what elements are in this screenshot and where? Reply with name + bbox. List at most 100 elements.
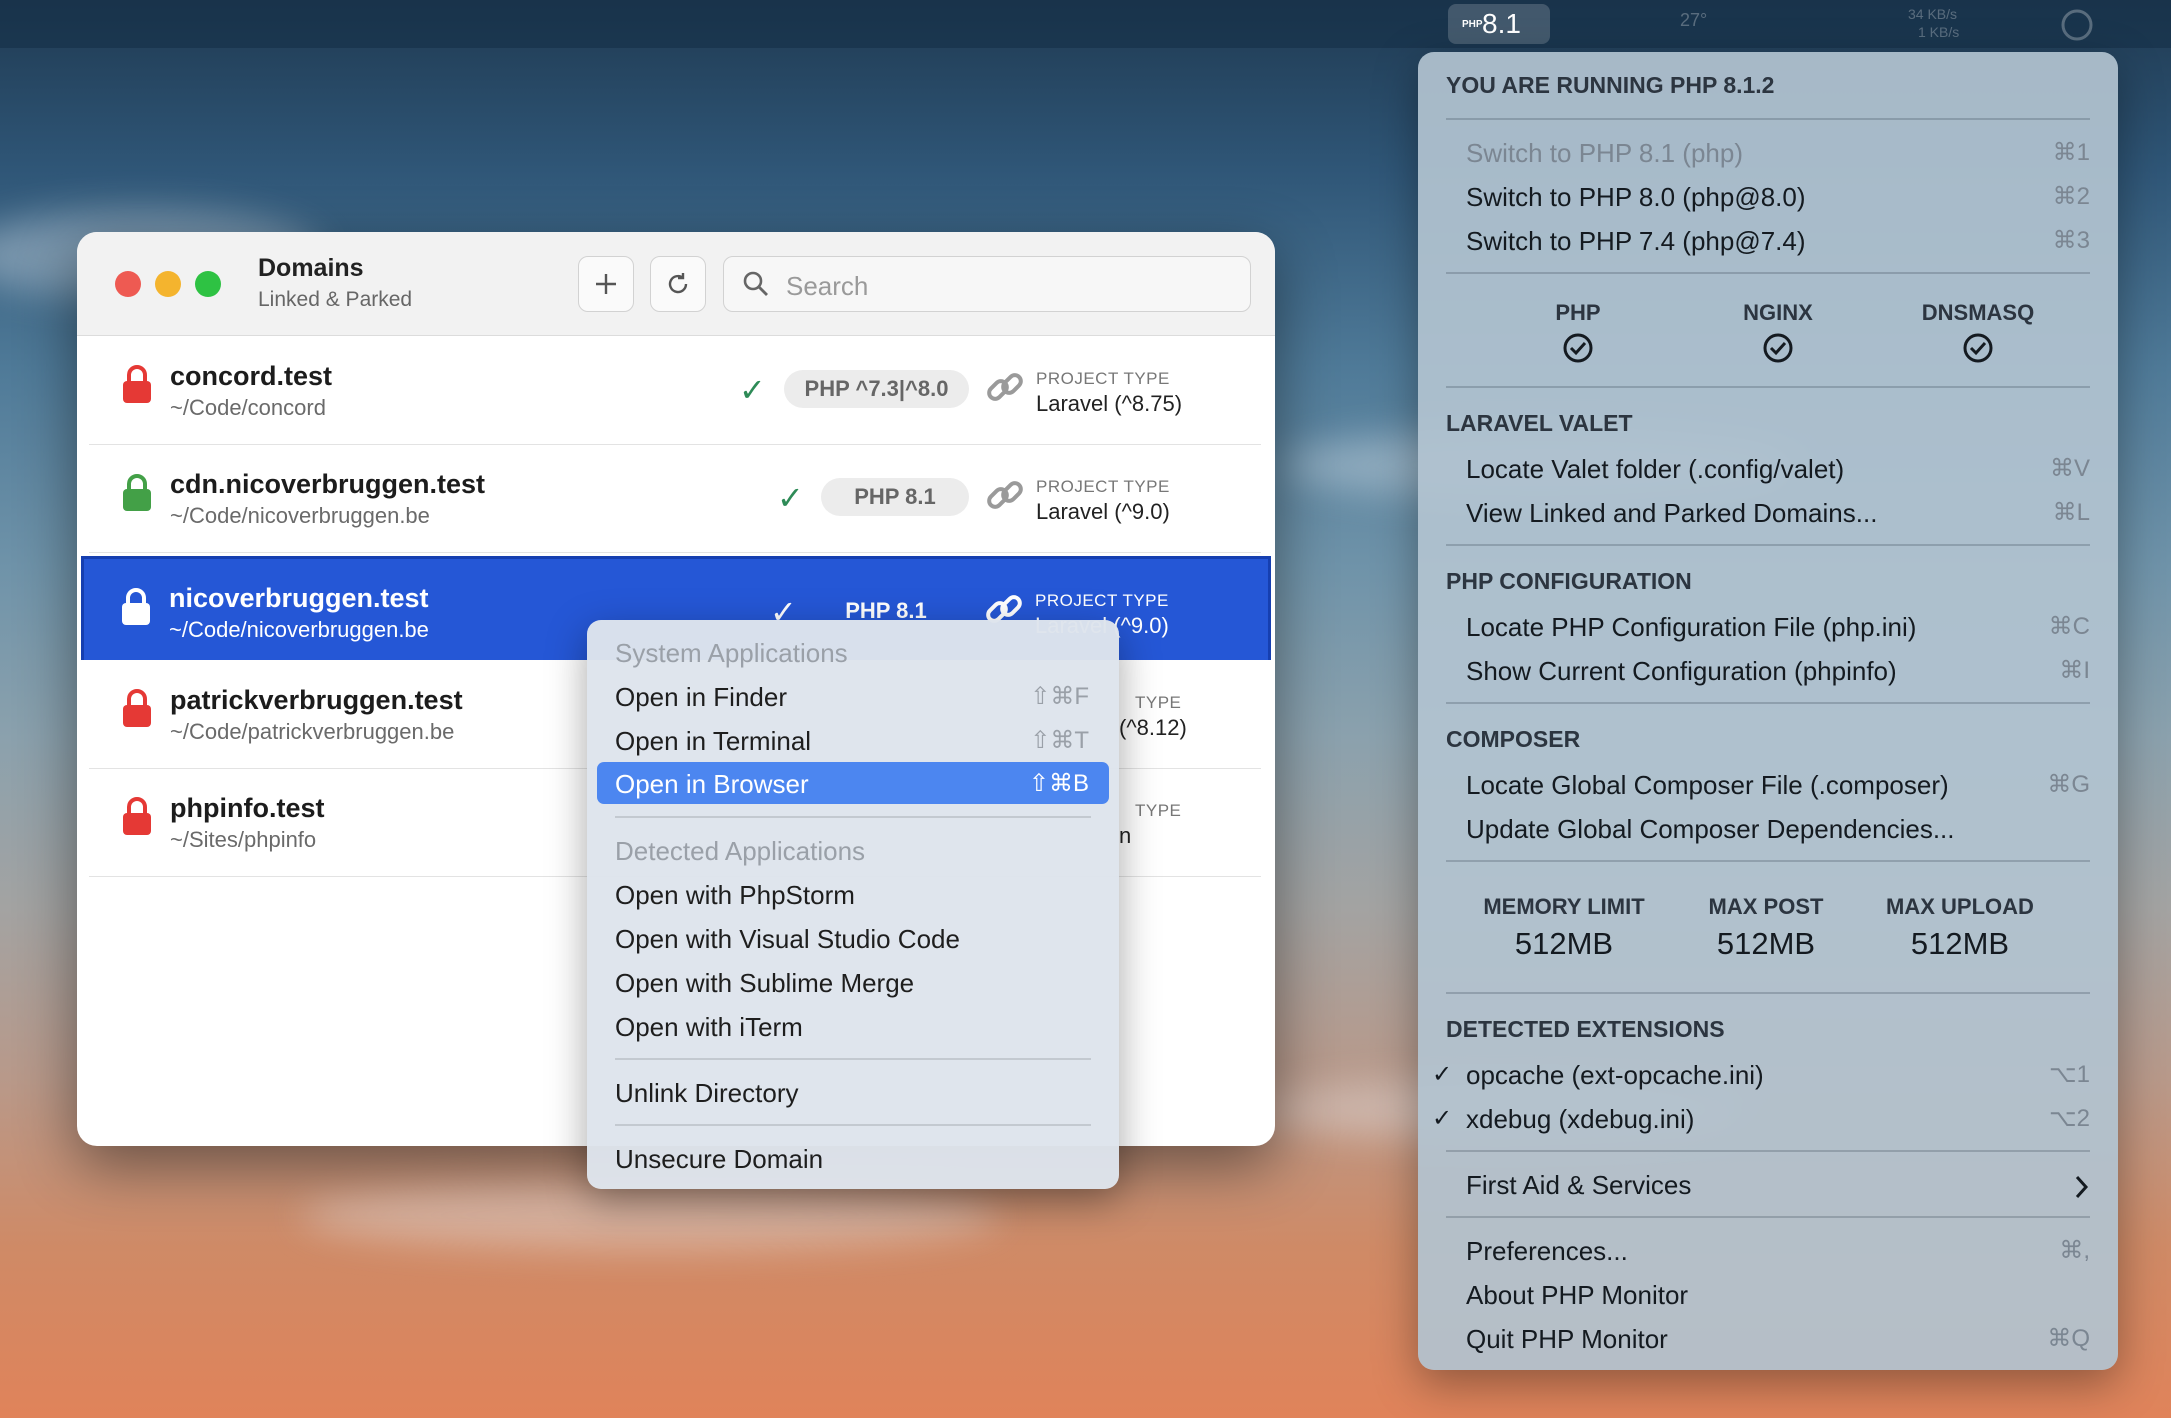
clock-icon[interactable] bbox=[2060, 8, 2094, 42]
minimize-button[interactable] bbox=[155, 271, 181, 297]
menu-item-open-with-vscode[interactable]: Open with Visual Studio Code bbox=[615, 924, 960, 955]
lock-open-icon bbox=[123, 365, 151, 403]
domain-row[interactable]: concord.test ~/Code/concord ✓ PHP ^7.3|^… bbox=[89, 337, 1261, 445]
check-circle-icon bbox=[1563, 333, 1593, 363]
temperature-status-item[interactable]: 27° bbox=[1680, 10, 1707, 38]
menu-item-open-with-iterm[interactable]: Open with iTerm bbox=[615, 1012, 803, 1043]
project-type-value: (^8.12) bbox=[1119, 715, 1187, 740]
shortcut-label: ⌘3 bbox=[2052, 227, 2090, 254]
reload-button[interactable] bbox=[650, 256, 706, 312]
menu-separator bbox=[1446, 544, 2090, 546]
shortcut-label: ⇧⌘B bbox=[1028, 770, 1089, 797]
php-version-badge: PHP ^7.3|^8.0 bbox=[784, 370, 969, 408]
domain-name: phpinfo.test bbox=[170, 793, 325, 823]
section-header-laravel-valet: LARAVEL VALET bbox=[1446, 410, 1633, 436]
running-version-header: YOU ARE RUNNING PHP 8.1.2 bbox=[1446, 72, 1775, 98]
menu-item-open-with-phpstorm[interactable]: Open with PhpStorm bbox=[615, 880, 855, 911]
menu-item-ext-xdebug[interactable]: xdebug (xdebug.ini) bbox=[1466, 1104, 1694, 1135]
lock-icon bbox=[123, 474, 151, 511]
window-title: Domains bbox=[258, 254, 364, 282]
shortcut-label: ⌘I bbox=[2059, 657, 2090, 684]
menu-item-update-composer[interactable]: Update Global Composer Dependencies... bbox=[1466, 814, 1955, 845]
domain-path: ~/Code/concord bbox=[170, 395, 326, 420]
menu-separator bbox=[1446, 118, 2090, 120]
lock-open-icon bbox=[123, 689, 151, 727]
shortcut-label: ⌘2 bbox=[2052, 183, 2090, 210]
menu-item-switch-php-81[interactable]: Switch to PHP 8.1 (php) bbox=[1466, 138, 1743, 169]
domain-path: ~/Code/patrickverbruggen.be bbox=[170, 719, 455, 744]
service-status-php: PHP bbox=[1508, 300, 1648, 364]
menu-item-ext-opcache[interactable]: opcache (ext-opcache.ini) bbox=[1466, 1060, 1764, 1091]
limit-value: 512MB bbox=[1514, 926, 1614, 961]
menu-item-unlink-directory[interactable]: Unlink Directory bbox=[615, 1078, 799, 1109]
menu-item-view-domains[interactable]: View Linked and Parked Domains... bbox=[1466, 498, 1877, 529]
background-cloud bbox=[300, 1180, 1000, 1250]
domain-row[interactable]: cdn.nicoverbruggen.test ~/Code/nicoverbr… bbox=[89, 445, 1261, 553]
menu-separator bbox=[1446, 992, 2090, 994]
menu-item-open-in-browser[interactable]: Open in Browser bbox=[615, 769, 809, 800]
menu-separator bbox=[615, 1058, 1091, 1060]
menu-item-show-phpinfo[interactable]: Show Current Configuration (phpinfo) bbox=[1466, 656, 1897, 687]
checkmark-icon: ✓ bbox=[777, 480, 804, 516]
menu-item-switch-php-80[interactable]: Switch to PHP 8.0 (php@8.0) bbox=[1466, 182, 1806, 213]
menu-section-header: System Applications bbox=[615, 638, 848, 668]
menu-item-about[interactable]: About PHP Monitor bbox=[1466, 1280, 1688, 1311]
menu-separator bbox=[615, 816, 1091, 818]
limit-value: 512MB bbox=[1910, 926, 2010, 961]
menu-separator bbox=[1446, 860, 2090, 862]
search-field[interactable]: Search bbox=[723, 256, 1251, 312]
limit-max-upload: MAX UPLOAD 512MB bbox=[1860, 894, 2060, 962]
menu-item-locate-valet-folder[interactable]: Locate Valet folder (.config/valet) bbox=[1466, 454, 1844, 485]
menu-item-unsecure-domain[interactable]: Unsecure Domain bbox=[615, 1144, 823, 1175]
domain-path: ~/Sites/phpinfo bbox=[170, 827, 317, 852]
limit-label: MEMORY LIMIT bbox=[1483, 894, 1645, 919]
shortcut-label: ⌥1 bbox=[2048, 1061, 2090, 1088]
menu-bar: PHP 8.1 27° 34 KB/s 1 KB/s bbox=[0, 0, 2171, 48]
window-subtitle: Linked & Parked bbox=[258, 288, 413, 311]
context-menu: System Applications Open in Finder ⇧⌘F O… bbox=[587, 620, 1119, 1189]
check-circle-icon bbox=[1763, 333, 1793, 363]
shortcut-label: ⌘G bbox=[2047, 771, 2090, 798]
link-icon bbox=[987, 481, 1023, 509]
search-icon bbox=[743, 271, 768, 296]
limit-value: 512MB bbox=[1716, 926, 1816, 961]
network-download-status-item[interactable]: 1 KB/s bbox=[1918, 24, 1959, 52]
php-monitor-status-item[interactable]: PHP 8.1 bbox=[1448, 4, 1550, 44]
limit-label: MAX POST bbox=[1708, 894, 1824, 919]
project-type-label: PROJECT TYPE bbox=[1036, 369, 1170, 388]
menu-item-open-with-sublime-merge[interactable]: Open with Sublime Merge bbox=[615, 968, 914, 999]
project-type-label: PROJECT TYPE bbox=[1035, 591, 1169, 610]
menu-item-locate-composer[interactable]: Locate Global Composer File (.composer) bbox=[1466, 770, 1949, 801]
project-type-value: Laravel (^8.75) bbox=[1036, 391, 1183, 416]
project-type-value: n bbox=[1119, 823, 1132, 848]
limit-memory: MEMORY LIMIT 512MB bbox=[1464, 894, 1664, 962]
menu-item-first-aid[interactable]: First Aid & Services bbox=[1466, 1170, 1691, 1201]
menu-item-open-in-terminal[interactable]: Open in Terminal bbox=[615, 726, 811, 757]
checkmark-icon: ✓ bbox=[739, 372, 766, 408]
lock-open-icon bbox=[123, 797, 151, 835]
domain-path: ~/Code/nicoverbruggen.be bbox=[169, 617, 429, 642]
php-mini-icon: PHP bbox=[1462, 18, 1483, 30]
menu-item-switch-php-74[interactable]: Switch to PHP 7.4 (php@7.4) bbox=[1466, 226, 1806, 257]
shortcut-label: ⌘, bbox=[2059, 1237, 2090, 1264]
service-label: NGINX bbox=[1743, 300, 1813, 325]
menu-item-quit[interactable]: Quit PHP Monitor bbox=[1466, 1324, 1668, 1355]
shortcut-label: ⌥2 bbox=[2048, 1105, 2090, 1132]
domain-name: cdn.nicoverbruggen.test bbox=[170, 469, 486, 499]
close-button[interactable] bbox=[115, 271, 141, 297]
shortcut-label: ⇧⌘F bbox=[1030, 683, 1089, 710]
section-header-php-configuration: PHP CONFIGURATION bbox=[1446, 568, 1692, 594]
service-status-dnsmasq: DNSMASQ bbox=[1908, 300, 2048, 364]
search-placeholder: Search bbox=[786, 271, 869, 301]
menu-item-locate-php-ini[interactable]: Locate PHP Configuration File (php.ini) bbox=[1466, 612, 1916, 643]
add-domain-button[interactable] bbox=[578, 256, 634, 312]
menu-separator bbox=[615, 1124, 1091, 1126]
link-icon bbox=[987, 373, 1023, 401]
menu-item-open-in-finder[interactable]: Open in Finder bbox=[615, 682, 787, 713]
menu-item-preferences[interactable]: Preferences... bbox=[1466, 1236, 1628, 1267]
shortcut-label: ⌘L bbox=[2052, 499, 2090, 526]
service-label: PHP bbox=[1555, 300, 1601, 325]
plus-icon bbox=[596, 274, 616, 294]
zoom-button[interactable] bbox=[195, 271, 221, 297]
service-label: DNSMASQ bbox=[1921, 300, 2035, 325]
